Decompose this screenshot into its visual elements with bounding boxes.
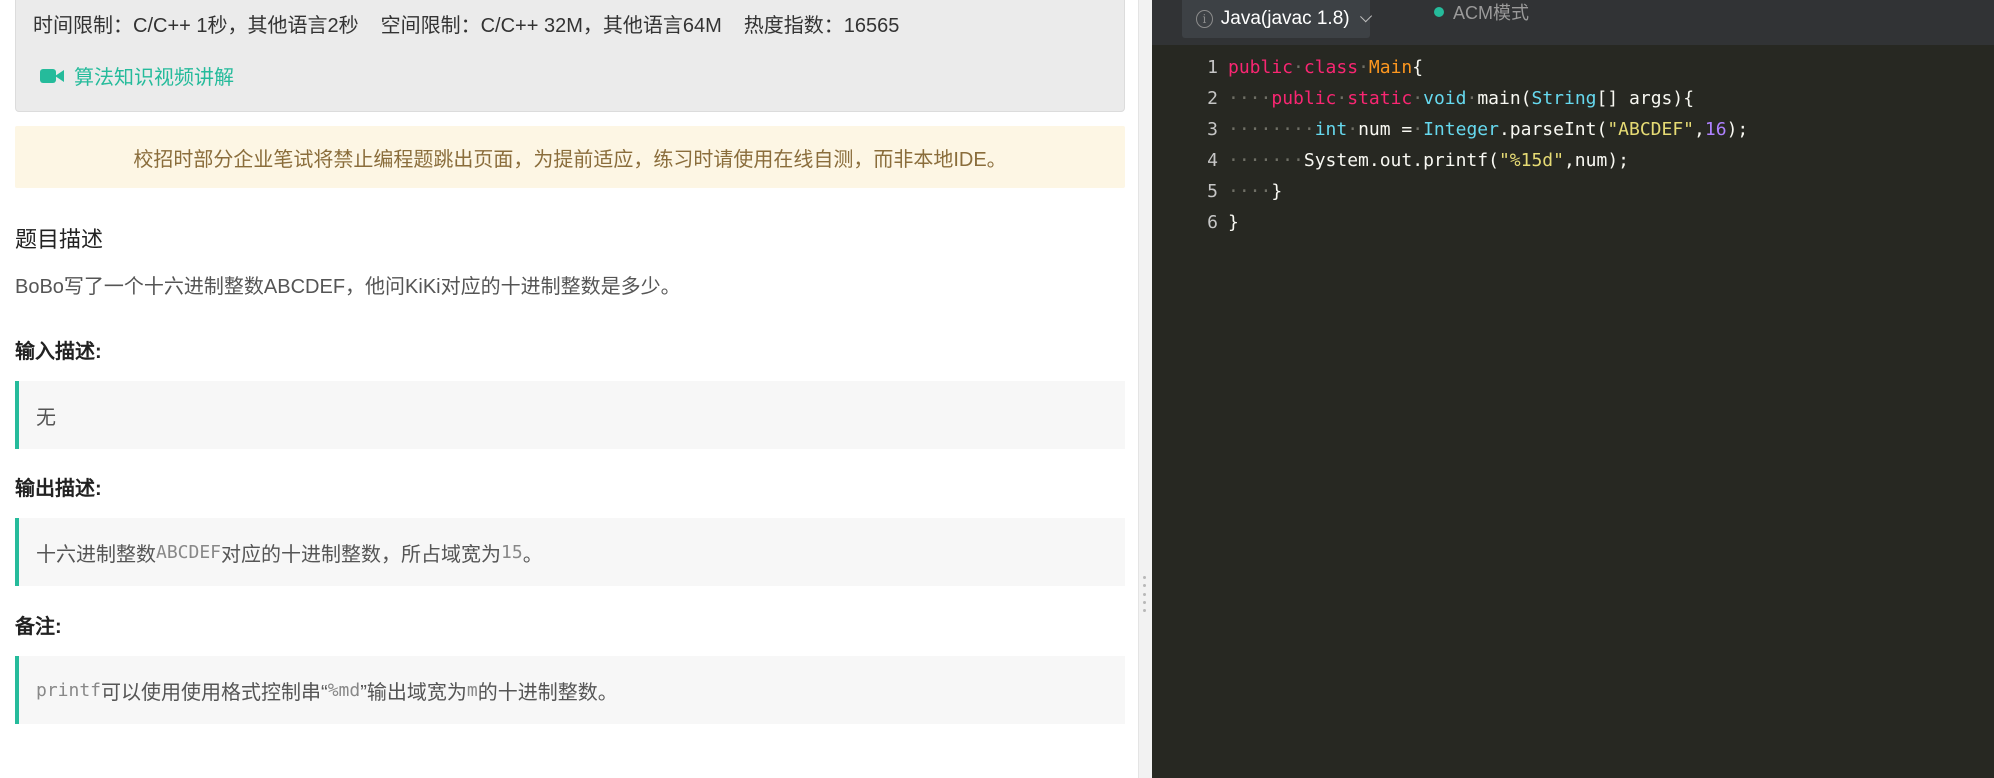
punct-token: } [1271,181,1283,202]
code-line: 4 ······· System.out.printf("%15d" ,num); [1152,145,1994,176]
string-token: "%15d" [1498,150,1564,171]
note-text-1: 可以使用使用格式控制串“ [101,681,328,704]
line-number: 6 [1207,212,1218,233]
punct-token: [] args){ [1596,88,1695,109]
editor-toolbar: i Java(javac 1.8) ACM模式 [1152,0,1994,45]
output-text-end: 。 [522,543,543,566]
input-label: 输入描述: [15,341,102,363]
keyword-token: class [1303,57,1359,78]
drag-handle-icon[interactable] [1143,576,1147,612]
code-area[interactable]: 1 public · class · Main{ 2 ···· public · static · v… [1152,52,1994,238]
string-token: "ABCDEF" [1607,119,1695,140]
note-label: 备注: [15,616,62,638]
note-text-end: 的十进制整数。 [477,681,618,704]
output-code-hex: ABCDEF [156,541,222,563]
chevron-down-icon [1359,10,1372,23]
function-token: .parseInt( [1498,119,1608,140]
function-token: System.out.printf( [1303,150,1499,171]
note-text-2: ”输出域宽为 [360,681,467,704]
algorithm-video-link[interactable]: 算法知识视频讲解 [40,61,234,90]
note-code-m: m [466,679,478,701]
note-code-printf: printf [36,679,102,701]
line-number: 2 [1207,88,1218,109]
video-camera-icon [40,67,66,85]
note-code-format: %md [327,679,361,701]
description-heading: 题目描述 [15,227,104,252]
type-token: String [1531,88,1597,109]
line-number: 1 [1207,57,1218,78]
function-token: main( [1477,88,1532,109]
language-select[interactable]: i Java(javac 1.8) [1182,0,1372,38]
code-line: 6} [1152,207,1994,238]
code-line: 3 ········ int · num = · Integer .parseInt("ABC… [1152,114,1994,145]
line-number: 3 [1207,119,1218,140]
punct-token: } [1228,212,1239,233]
limits-card: 时间限制：C/C++ 1秒，其他语言2秒 空间限制：C/C++ 32M，其他语言6… [15,0,1125,112]
type-token: void [1423,88,1467,109]
keyword-token: public [1228,57,1294,78]
input-block: 无 [15,381,1125,449]
line-number: 5 [1207,181,1218,202]
output-block: 十六进制整数 ABCDEF 对应的十进制整数，所占域宽为 15。 [15,518,1125,586]
keyword-token: static [1347,88,1413,109]
punct-token: ); [1726,119,1749,140]
output-text-mid: 对应的十进制整数，所占域宽为 [221,543,502,566]
input-text: 无 [36,406,56,429]
language-label: Java(javac 1.8) [1220,8,1350,29]
problem-description: BoBo写了一个十六进制整数ABCDEF，他问KiKi对应的十进制整数是多少。 [15,276,681,298]
code-editor[interactable]: i Java(javac 1.8) ACM模式 1 public · class · Ma… [1152,0,1994,778]
line-number: 4 [1207,150,1218,171]
type-token: Integer [1423,119,1499,140]
output-label: 输出描述: [15,478,102,500]
mode-label: ACM模式 [1453,3,1529,23]
code-line: 1 public · class · Main{ [1152,52,1994,83]
space-limit: 空间限制：C/C++ 32M，其他语言64M [380,15,722,37]
number-token: 16 [1704,119,1727,140]
note-block: printf 可以使用使用格式控制串“ %md ”输出域宽为 m 的十进制整数。 [15,656,1125,724]
panel-splitter[interactable] [1138,0,1152,778]
mode-status-dot [1434,7,1444,17]
punct-token: , [1694,119,1705,140]
heat-index: 热度指数：16565 [743,15,900,37]
acm-mode-toggle[interactable]: ACM模式 [1434,0,1529,24]
problem-panel: 时间限制：C/C++ 1秒，其他语言2秒 空间限制：C/C++ 32M，其他语言6… [0,0,1138,778]
video-link-label: 算法知识视频讲解 [74,67,234,89]
time-limit: 时间限制：C/C++ 1秒，其他语言2秒 [33,15,359,37]
code-line: 2 ···· public · static · void · main(String[] ar… [1152,83,1994,114]
info-icon: i [1196,10,1213,28]
output-code-width: 15 [501,541,523,563]
limits-text: 时间限制：C/C++ 1秒，其他语言2秒 空间限制：C/C++ 32M，其他语言6… [33,9,921,38]
keyword-token: public [1271,88,1337,109]
identifier-token: num = [1358,119,1413,140]
output-text-pre: 十六进制整数 [36,543,156,566]
type-token: int [1314,119,1348,140]
punct-token: ,num); [1563,150,1629,171]
exam-notice-banner: 校招时部分企业笔试将禁止编程题跳出页面，为提前适应，练习时请使用在线自测，而非本… [15,126,1125,188]
code-line: 5 ····} [1152,176,1994,207]
class-name-token: Main [1368,57,1413,78]
punct-token: { [1412,57,1424,78]
